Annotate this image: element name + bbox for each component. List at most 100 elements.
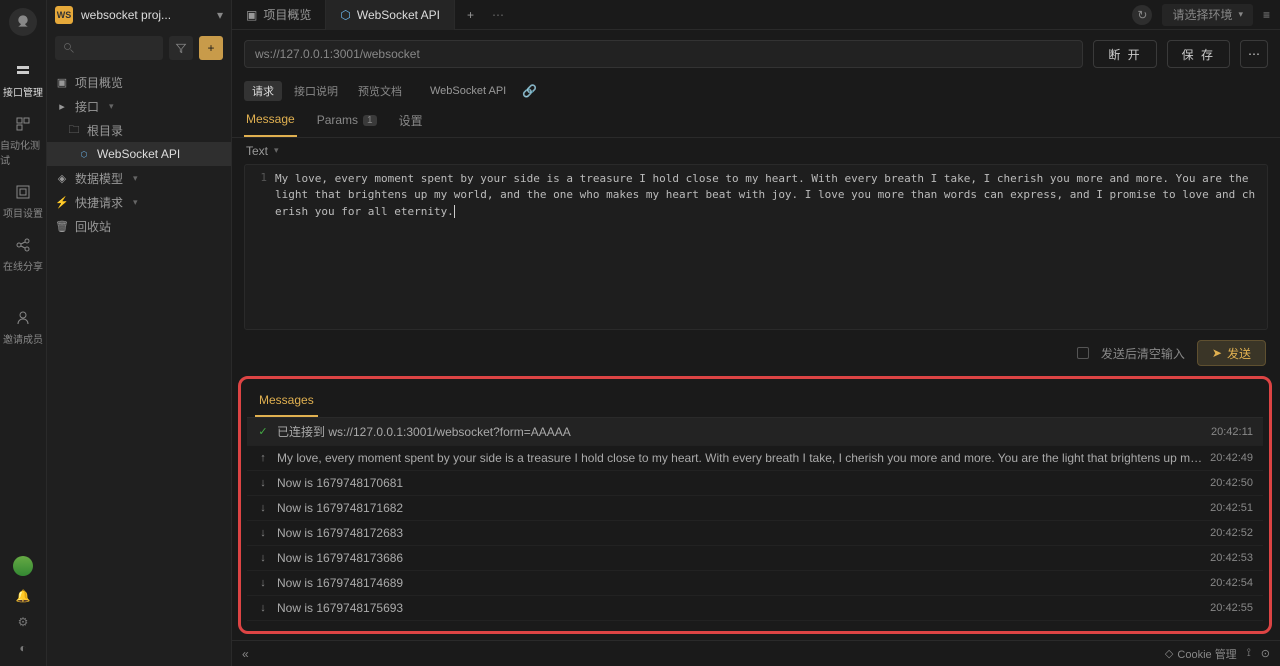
- tree-recycle[interactable]: 🗑回收站: [47, 214, 231, 238]
- message-text: Now is 1679748173686: [277, 551, 1202, 565]
- api-icon: [14, 62, 32, 80]
- leftbar-share[interactable]: 在线分享: [0, 228, 46, 281]
- bottom-bookmark-icon[interactable]: ⟟: [1247, 647, 1251, 660]
- tab-more-icon[interactable]: ⋯: [486, 8, 510, 22]
- app-leftbar: 接口管理 自动化测试 项目设置 在线分享 邀请成员 🔔 ⚙ ◐: [0, 0, 47, 666]
- leftbar-invite[interactable]: 邀请成员: [0, 301, 46, 354]
- type-label: Text: [246, 144, 268, 158]
- ws-icon: ⬡: [340, 8, 350, 22]
- menu-icon[interactable]: ≡: [1263, 8, 1270, 22]
- ws-icon: ⬡: [77, 148, 91, 160]
- message-row[interactable]: ↓ Now is 1679748173686 20:42:53: [247, 546, 1263, 571]
- tree-label: 根目录: [87, 122, 123, 139]
- tree-quickreq[interactable]: ⚡快捷请求▾: [47, 190, 231, 214]
- message-row[interactable]: ↓Now is 167974817468920:42:54: [247, 571, 1263, 596]
- subtab-request[interactable]: 请求: [244, 81, 282, 101]
- tree-label: WebSocket API: [97, 147, 180, 161]
- leftbar-item-label: 自动化测试: [0, 137, 46, 167]
- message-row[interactable]: ↓Now is 167974817068120:42:50: [247, 471, 1263, 496]
- leftbar-item-label: 在线分享: [3, 258, 43, 273]
- gear-icon[interactable]: ⚙: [15, 614, 31, 630]
- message-row[interactable]: ↓Now is 167974817168220:42:51: [247, 496, 1263, 521]
- params-count: 1: [363, 115, 377, 126]
- line-gutter: 1: [245, 165, 275, 330]
- content-type-selector[interactable]: Text ▾: [232, 138, 1280, 164]
- message-time: 20:42:55: [1210, 602, 1253, 614]
- code-content[interactable]: My love, every moment spent by your side…: [275, 165, 1267, 330]
- send-label: 发送: [1227, 345, 1251, 362]
- tab-icon: ▣: [246, 8, 257, 22]
- message-row[interactable]: ↑My love, every moment spent by your sid…: [247, 446, 1263, 471]
- reqtab-params[interactable]: Params 1: [315, 104, 379, 137]
- cookie-label: Cookie 管理: [1177, 646, 1236, 662]
- reqtab-message[interactable]: Message: [244, 104, 297, 137]
- reqtab-label: Params: [317, 113, 358, 127]
- message-row[interactable]: ↓Now is 167974817268320:42:52: [247, 521, 1263, 546]
- tree-websocket-api[interactable]: ⬡ WebSocket API: [47, 142, 231, 166]
- message-row[interactable]: ↓ Now is 1679748175693 20:42:55: [247, 596, 1263, 621]
- tab-label: 项目概览: [263, 6, 311, 23]
- message-time: 20:42:51: [1210, 502, 1253, 514]
- env-selector[interactable]: 请选择环境▾: [1162, 4, 1253, 26]
- request-tabs: Message Params 1 设置: [232, 104, 1280, 138]
- clear-after-checkbox[interactable]: [1077, 347, 1089, 359]
- share-icon: [14, 236, 32, 254]
- project-menu-icon[interactable]: ▾: [217, 8, 223, 22]
- save-button[interactable]: 保 存: [1167, 40, 1230, 68]
- project-header[interactable]: WS websocket proj... ▾: [47, 0, 231, 30]
- send-button[interactable]: ➤ 发送: [1197, 340, 1266, 366]
- message-text: My love, every moment spent by your side…: [277, 451, 1202, 465]
- arrow-down-icon: ↓: [257, 552, 269, 564]
- message-editor[interactable]: 1 My love, every moment spent by your si…: [244, 164, 1268, 331]
- sync-button[interactable]: ↻: [1132, 5, 1152, 25]
- message-text: Now is 1679748175693: [277, 601, 1202, 615]
- cookie-icon: ◇: [1165, 647, 1173, 660]
- subtab-name: WebSocket API: [422, 83, 514, 99]
- url-input[interactable]: ws://127.0.0.1:3001/websocket: [244, 40, 1083, 68]
- message-time: 20:42:53: [1210, 552, 1253, 564]
- arrow-down-icon: ↓: [257, 477, 269, 489]
- leftbar-item-label: 项目设置: [3, 205, 43, 220]
- tree-datamodel[interactable]: ◈数据模型▾: [47, 166, 231, 190]
- add-button[interactable]: +: [199, 36, 223, 60]
- collapse-icon[interactable]: «: [242, 647, 249, 661]
- more-button[interactable]: ⋯: [1240, 40, 1268, 68]
- message-time: 20:42:50: [1210, 477, 1253, 489]
- leftbar-autotest[interactable]: 自动化测试: [0, 107, 46, 175]
- arrow-down-icon: ↓: [257, 577, 269, 589]
- sidebar-tree: ▣项目概览 ▸接口▾ 🗀根目录 ⬡WebSocket API ◈数据模型▾ ⚡快…: [47, 66, 231, 242]
- messages-tabs: Messages: [247, 385, 1263, 418]
- project-name: websocket proj...: [81, 8, 209, 22]
- messages-tab[interactable]: Messages: [255, 385, 318, 417]
- leftbar-settings[interactable]: 项目设置: [0, 175, 46, 228]
- add-tab-button[interactable]: +: [455, 0, 486, 30]
- user-avatar[interactable]: [13, 556, 33, 576]
- send-icon: ➤: [1212, 346, 1222, 360]
- tree-root[interactable]: 🗀根目录: [47, 118, 231, 142]
- tree-api[interactable]: ▸接口▾: [47, 94, 231, 118]
- leftbar-api-mgmt[interactable]: 接口管理: [0, 54, 46, 107]
- reqtab-settings[interactable]: 设置: [397, 104, 425, 137]
- chevron-down-icon: ▾: [133, 173, 138, 184]
- autotest-icon: [14, 115, 32, 133]
- send-row: 发送后清空输入 ➤发送: [232, 330, 1280, 376]
- subtab-desc[interactable]: 接口说明: [286, 81, 346, 101]
- help-icon[interactable]: ◐: [15, 640, 31, 656]
- project-badge: WS: [55, 6, 73, 24]
- arrow-down-icon: ↓: [257, 602, 269, 614]
- disconnect-button[interactable]: 断 开: [1093, 40, 1156, 68]
- tab-websocket[interactable]: ⬡WebSocket API: [326, 0, 455, 30]
- sidebar-search[interactable]: [55, 36, 163, 60]
- tree-label: 数据模型: [75, 170, 123, 187]
- tree-overview[interactable]: ▣项目概览: [47, 70, 231, 94]
- cookie-mgmt[interactable]: ◇ Cookie 管理: [1165, 646, 1237, 662]
- message-text: Now is 1679748171682: [277, 501, 1202, 515]
- link-icon[interactable]: 🔗: [522, 84, 537, 98]
- bottom-clock-icon[interactable]: ⊙: [1261, 647, 1270, 660]
- filter-button[interactable]: [169, 36, 193, 60]
- subtab-preview[interactable]: 预览文档: [350, 81, 410, 101]
- trash-icon: 🗑: [55, 220, 69, 233]
- message-row[interactable]: ✓已连接到 ws://127.0.0.1:3001/websocket?form…: [247, 418, 1263, 446]
- tab-overview[interactable]: ▣ 项目概览: [232, 0, 326, 30]
- notifications-icon[interactable]: 🔔: [15, 588, 31, 604]
